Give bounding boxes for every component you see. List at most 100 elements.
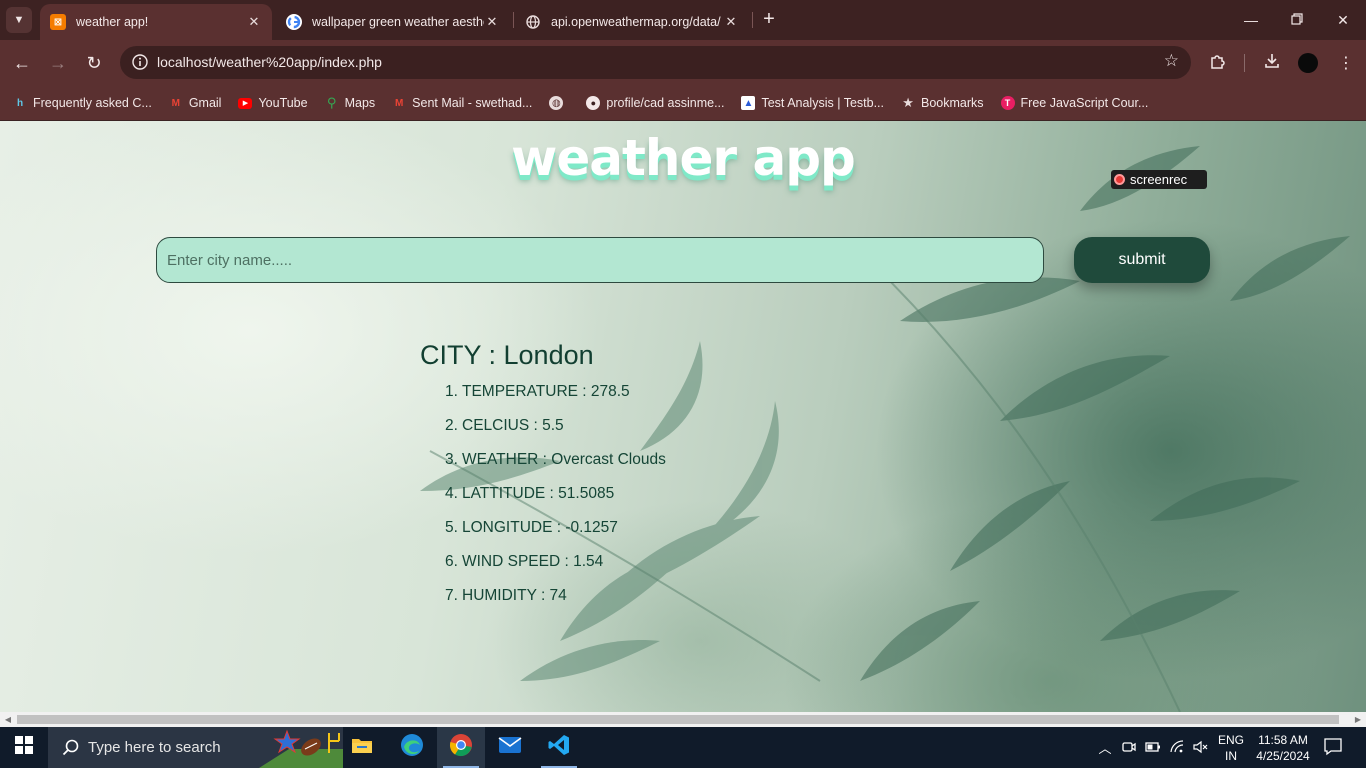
tab-title: weather app! — [76, 15, 149, 29]
bookmark-label: Free JavaScript Cour... — [1020, 96, 1149, 110]
bookmark-item[interactable]: ▶ YouTube — [238, 96, 308, 110]
menu-button[interactable]: ⋮ — [1335, 52, 1357, 74]
codechef-icon: h — [16, 97, 24, 109]
close-icon: ✕ — [1337, 11, 1349, 28]
forward-button[interactable]: → — [45, 50, 71, 76]
back-button[interactable]: ← — [9, 50, 35, 76]
downloads-button[interactable] — [1261, 52, 1283, 74]
toolbar-divider — [1244, 54, 1245, 72]
start-button[interactable] — [0, 727, 48, 768]
celcius-value: CELCIUS : 5.5 — [462, 417, 564, 434]
bookmark-item[interactable]: ● profile/cad assinme... — [586, 96, 724, 110]
google-icon — [286, 14, 302, 30]
github-icon: ● — [586, 96, 601, 110]
bookmark-item[interactable]: ◍ — [549, 96, 569, 110]
close-tab-icon[interactable]: ✕ — [723, 14, 739, 30]
arrow-right-icon: → — [49, 52, 67, 73]
bookmark-item[interactable]: ▲ Test Analysis | Testb... — [741, 96, 884, 110]
scroll-left-icon[interactable]: ◀ — [1, 713, 15, 726]
search-highlight-icon — [259, 727, 343, 768]
bookmark-item[interactable]: ★ Bookmarks — [901, 95, 984, 110]
list-item: 4. LATTITUDE : 51.5085 — [445, 485, 615, 502]
language-indicator[interactable]: ENG IN — [1218, 732, 1244, 764]
gmail-icon: M — [395, 97, 404, 109]
chevron-up-icon[interactable]: ︿ — [1097, 739, 1113, 756]
windows-icon — [15, 736, 33, 759]
bookmark-label: profile/cad assinme... — [606, 96, 725, 110]
new-tab-button[interactable]: + — [758, 8, 780, 32]
bookmark-star-icon[interactable]: ☆ — [1164, 51, 1179, 71]
bookmark-item[interactable]: M Sent Mail - swethad... — [392, 96, 532, 110]
bookmark-item[interactable]: T Free JavaScript Cour... — [1000, 96, 1149, 110]
globe-icon: ◍ — [549, 96, 564, 110]
extensions-button[interactable] — [1207, 52, 1229, 74]
system-clock[interactable]: 11:58 AM 4/25/2024 — [1254, 732, 1312, 764]
humidity-value: HUMIDITY : 74 — [462, 587, 567, 604]
taskbar-vscode[interactable] — [535, 727, 583, 768]
tab-weather-app[interactable]: ⊠ weather app! ✕ — [40, 4, 272, 40]
longitude-value: LONGITUDE : -0.1257 — [462, 519, 618, 536]
bookmark-label: Bookmarks — [921, 96, 984, 110]
wifi-icon[interactable] — [1169, 739, 1185, 755]
bookmark-item[interactable]: M Gmail — [169, 96, 222, 110]
submit-button[interactable]: submit — [1074, 237, 1210, 283]
list-item: 5. LONGITUDE : -0.1257 — [445, 519, 618, 536]
screenrec-badge[interactable]: screenrec — [1111, 170, 1207, 189]
city-search-input[interactable] — [156, 237, 1044, 283]
windows-taskbar: Type here to search ︿ ENG IN 11:58 AM 4/… — [0, 727, 1366, 768]
leaf-background — [420, 146, 1350, 712]
tab-openweathermap-api[interactable]: api.openweathermap.org/data/ ✕ — [515, 4, 749, 40]
restore-button[interactable] — [1274, 0, 1320, 40]
search-icon — [62, 739, 80, 757]
taskbar-mail[interactable] — [486, 727, 534, 768]
close-tab-icon[interactable]: ✕ — [484, 14, 500, 30]
meet-now-icon[interactable] — [1121, 739, 1137, 755]
taskbar-search-placeholder: Type here to search — [88, 739, 221, 756]
site-info-icon[interactable] — [132, 54, 148, 70]
horizontal-scrollbar[interactable]: ◀ ▶ — [0, 712, 1366, 727]
reload-icon: ↻ — [86, 52, 102, 73]
taskbar-search[interactable]: Type here to search — [48, 727, 343, 768]
bookmark-label: Test Analysis | Testb... — [761, 96, 885, 110]
testbook-icon: ▲ — [741, 96, 756, 110]
youtube-icon: ▶ — [238, 97, 253, 109]
bookmark-label: Sent Mail - swethad... — [412, 96, 533, 110]
folder-icon — [351, 736, 373, 759]
javascript-course-icon: T — [1000, 96, 1015, 110]
minimize-icon: — — [1244, 12, 1258, 28]
url-text[interactable]: localhost/weather%20app/index.php — [157, 54, 382, 70]
bookmark-item[interactable]: ⚲ Maps — [325, 95, 375, 110]
close-tab-icon[interactable]: ✕ — [246, 14, 262, 30]
tab-search-button[interactable]: ▼ — [6, 7, 32, 33]
clock-time: 11:58 AM — [1258, 733, 1308, 747]
taskbar-chrome[interactable] — [437, 727, 485, 768]
maps-icon: ⚲ — [326, 95, 337, 110]
arrow-left-icon: ← — [13, 52, 31, 73]
clock-date: 4/25/2024 — [1256, 749, 1310, 763]
bookmark-item[interactable]: h Frequently asked C... — [13, 96, 152, 110]
list-item: 2. CELCIUS : 5.5 — [445, 417, 564, 434]
more-vertical-icon: ⋮ — [1338, 55, 1354, 72]
notification-icon[interactable] — [1324, 738, 1342, 756]
tab-title: api.openweathermap.org/data/ — [551, 15, 721, 29]
browser-toolbar: ← → ↻ localhost/weather%20app/index.php … — [0, 40, 1366, 86]
temperature-value: TEMPERATURE : 278.5 — [462, 383, 630, 400]
tab-wallpaper-search[interactable]: wallpaper green weather aesthe ✕ — [276, 4, 510, 40]
taskbar-edge[interactable] — [388, 727, 436, 768]
profile-avatar[interactable] — [1298, 53, 1318, 73]
chrome-icon — [449, 733, 473, 762]
minimize-button[interactable]: — — [1228, 0, 1274, 40]
list-item: 1. TEMPERATURE : 278.5 — [445, 383, 630, 400]
address-bar[interactable]: localhost/weather%20app/index.php ☆ — [120, 46, 1191, 79]
battery-icon[interactable] — [1145, 739, 1161, 755]
tab-separator — [513, 12, 514, 28]
scrollbar-thumb[interactable] — [17, 715, 1339, 724]
taskbar-file-explorer[interactable] — [338, 727, 386, 768]
vscode-icon — [547, 733, 571, 762]
scroll-right-icon[interactable]: ▶ — [1351, 713, 1365, 726]
volume-muted-icon[interactable] — [1192, 739, 1208, 755]
close-window-button[interactable]: ✕ — [1320, 0, 1366, 40]
tab-strip: ▼ ⊠ weather app! ✕ wallpaper green weath… — [0, 0, 1366, 40]
gmail-icon: M — [171, 97, 180, 109]
reload-button[interactable]: ↻ — [81, 50, 107, 76]
